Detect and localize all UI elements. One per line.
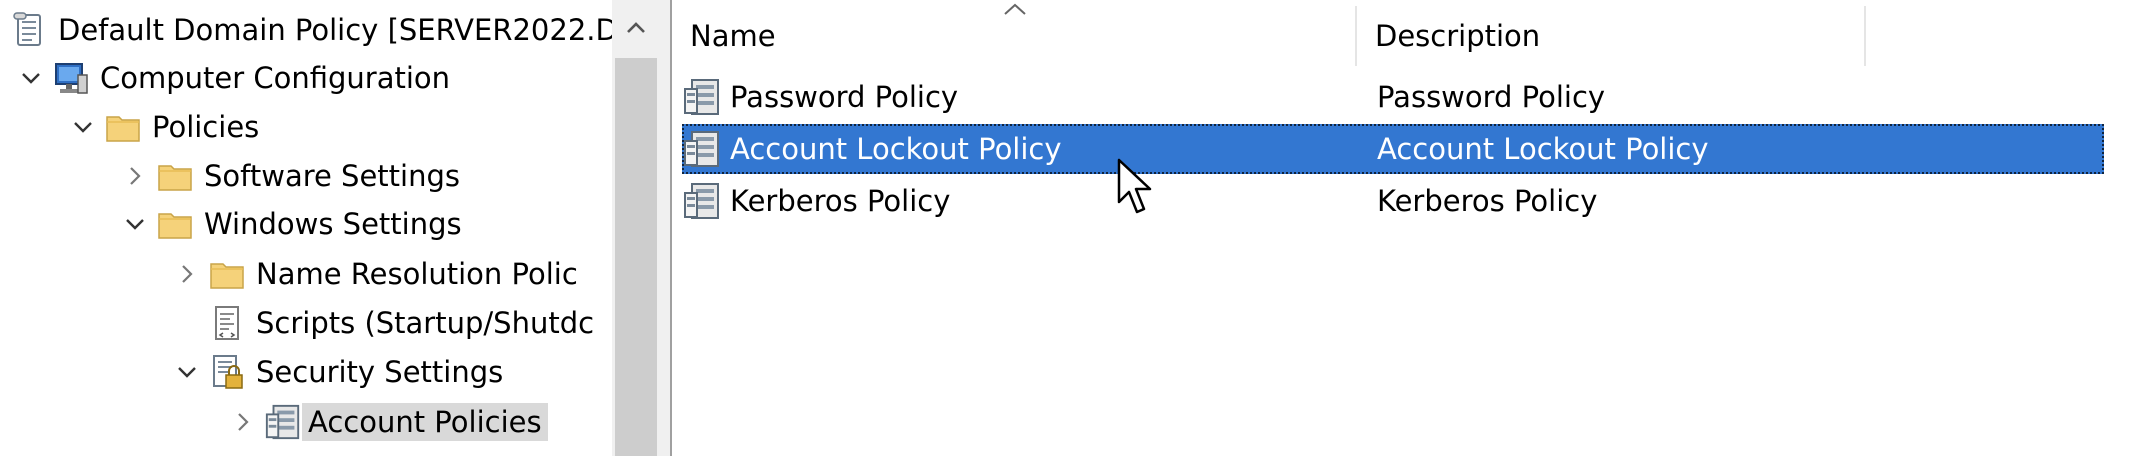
- script-icon: [208, 304, 246, 342]
- chevron-right-icon[interactable]: [228, 398, 258, 446]
- chevron-down-icon[interactable]: [172, 348, 202, 396]
- console-tree: Default Domain Policy [SERVER2022.D Comp…: [0, 0, 660, 456]
- list-row-password-policy[interactable]: Password Policy Password Policy: [682, 72, 2104, 122]
- tree-item-policies[interactable]: Policies: [68, 103, 660, 151]
- computer-icon: [52, 59, 90, 97]
- tree-item-name-resolution-policy[interactable]: Name Resolution Polic: [172, 250, 608, 298]
- policy-scroll-icon: [10, 11, 48, 49]
- tree-item-scripts[interactable]: Scripts (Startup/Shutdc: [172, 299, 608, 347]
- row-name-label: Password Policy: [730, 80, 959, 114]
- list-row-account-lockout-policy[interactable]: Account Lockout Policy Account Lockout P…: [682, 124, 2104, 174]
- row-name-label: Account Lockout Policy: [730, 132, 1062, 166]
- column-divider[interactable]: [1864, 6, 1866, 66]
- column-header-label: Name: [690, 19, 776, 53]
- tree-item-label: Computer Configuration: [100, 61, 451, 95]
- list-row-kerberos-policy[interactable]: Kerberos Policy Kerberos Policy: [682, 176, 2104, 226]
- gpo-editor-window: Default Domain Policy [SERVER2022.D Comp…: [0, 0, 2144, 456]
- tree-item-windows-settings[interactable]: Windows Settings: [120, 200, 660, 248]
- chevron-up-icon: [627, 22, 645, 33]
- tree-item-label: Default Domain Policy [SERVER2022.D: [58, 13, 614, 47]
- name-cell: Account Lockout Policy: [682, 124, 1062, 174]
- tree-item-label: Security Settings: [256, 355, 504, 389]
- security-settings-icon: [208, 353, 246, 391]
- name-cell: Kerberos Policy: [682, 176, 950, 226]
- tree-item-label: Policies: [152, 110, 260, 144]
- tree-item-label: Account Policies: [302, 403, 548, 441]
- pane-splitter[interactable]: [660, 0, 670, 456]
- scrollbar-thumb[interactable]: [615, 58, 657, 456]
- policy-server-icon: [682, 77, 722, 117]
- folder-icon: [208, 255, 246, 293]
- sort-ascending-icon: [1004, 3, 1026, 15]
- description-cell: Account Lockout Policy: [1377, 132, 1709, 166]
- details-list: Name Description Password Policy Passwor…: [670, 0, 2144, 456]
- folder-icon: [156, 157, 194, 195]
- folder-icon: [104, 108, 142, 146]
- folder-icon: [156, 205, 194, 243]
- tree-item-label: Windows Settings: [204, 207, 462, 241]
- chevron-right-icon[interactable]: [172, 250, 202, 298]
- row-name-label: Kerberos Policy: [730, 184, 951, 218]
- scroll-up-button[interactable]: [612, 0, 660, 54]
- tree-item-label: Scripts (Startup/Shutdc: [256, 306, 595, 340]
- name-cell: Password Policy: [682, 72, 958, 122]
- tree-vertical-scrollbar[interactable]: [612, 0, 660, 456]
- tree-item-software-settings[interactable]: Software Settings: [120, 152, 660, 200]
- list-header: Name Description: [672, 0, 2144, 72]
- column-header-description[interactable]: Description: [1357, 0, 1902, 72]
- tree-item-security-settings[interactable]: Security Settings: [172, 348, 608, 396]
- chevron-right-icon[interactable]: [120, 152, 150, 200]
- policy-server-icon: [682, 129, 722, 169]
- chevron-down-icon[interactable]: [120, 200, 150, 248]
- column-header-label: Description: [1375, 19, 1541, 53]
- chevron-down-icon[interactable]: [68, 103, 98, 151]
- description-cell: Password Policy: [1377, 80, 1606, 114]
- tree-item-label: Software Settings: [204, 159, 461, 193]
- policy-server-icon: [682, 181, 722, 221]
- tree-item-account-policies[interactable]: Account Policies: [228, 398, 608, 446]
- mouse-cursor-icon: [1117, 158, 1152, 214]
- policy-server-icon: [264, 403, 302, 441]
- description-cell: Kerberos Policy: [1377, 184, 1598, 218]
- tree-item-label: Name Resolution Polic: [256, 257, 578, 291]
- chevron-down-icon[interactable]: [16, 54, 46, 102]
- tree-item-computer-configuration[interactable]: Computer Configuration: [16, 54, 626, 102]
- tree-item-default-domain-policy[interactable]: Default Domain Policy [SERVER2022.D: [4, 6, 614, 54]
